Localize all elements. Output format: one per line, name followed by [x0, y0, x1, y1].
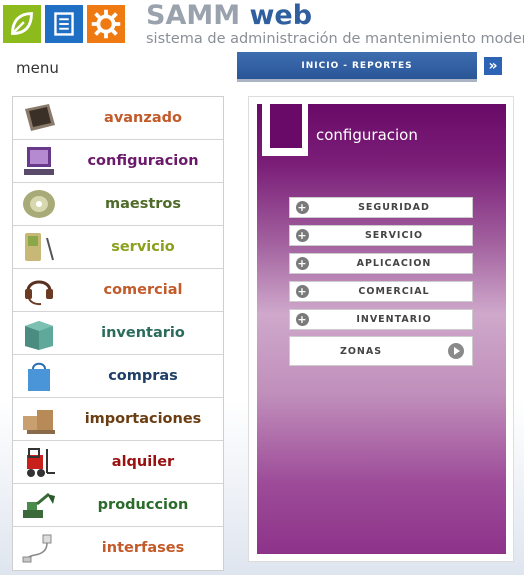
top-nav-bar: INICIO - REPORTES	[237, 52, 477, 82]
menu-label: alquiler	[111, 454, 175, 470]
menu-item-interfases[interactable]: interfases	[13, 527, 223, 570]
submenu-label: SEGURIDAD	[358, 202, 430, 213]
submenu-label: INVENTARIO	[356, 314, 432, 325]
computer-monitor-icon	[19, 144, 59, 178]
brand-samm: SAMM	[146, 0, 241, 31]
menu-item-inventario[interactable]: inventario	[13, 312, 223, 355]
tablet-icon	[19, 101, 59, 135]
play-icon	[448, 343, 464, 359]
menu-label: produccion	[97, 497, 189, 513]
submenu-inventario-button[interactable]: + INVENTARIO	[289, 309, 473, 330]
cd-disc-icon	[19, 187, 59, 221]
nav-link-inicio[interactable]: INICIO	[301, 61, 339, 71]
menu-item-configuracion[interactable]: configuracion	[13, 140, 223, 183]
menu-heading: menu	[16, 59, 59, 77]
menu-item-produccion[interactable]: produccion	[13, 484, 223, 527]
nav-separator: -	[343, 60, 348, 71]
forklift-icon	[19, 445, 59, 479]
main-menu: avanzado configuracion maestros servicio…	[12, 96, 224, 571]
submenu-seguridad-button[interactable]: + SEGURIDAD	[289, 197, 473, 218]
brand-web: web	[249, 0, 313, 31]
brand-tagline: sistema de administración de mantenimien…	[146, 31, 524, 47]
menu-label: avanzado	[104, 110, 182, 126]
submenu-label: APLICACION	[356, 258, 432, 269]
submenu-label: ZONAS	[339, 346, 383, 357]
menu-item-importaciones[interactable]: importaciones	[13, 398, 223, 441]
shopping-bag-icon	[19, 359, 59, 393]
panel-tab-notch-inner	[270, 104, 302, 148]
submenu-servicio-button[interactable]: + SERVICIO	[289, 225, 473, 246]
submenu-aplicacion-button[interactable]: + APLICACION	[289, 253, 473, 274]
plus-icon: +	[296, 201, 309, 214]
menu-label: interfases	[101, 540, 185, 556]
menu-item-avanzado[interactable]: avanzado	[13, 97, 223, 140]
plus-icon: +	[296, 229, 309, 242]
leaf-logo-icon	[2, 4, 42, 44]
pda-icon	[19, 230, 59, 264]
menu-label: servicio	[111, 239, 175, 255]
menu-item-maestros[interactable]: maestros	[13, 183, 223, 226]
panel-title: configuracion	[316, 126, 418, 144]
gear-icon	[86, 4, 126, 44]
menu-item-compras[interactable]: compras	[13, 355, 223, 398]
double-chevron-right-icon[interactable]: »	[483, 56, 503, 76]
menu-label: configuracion	[87, 153, 199, 169]
nav-link-reportes[interactable]: REPORTES	[352, 61, 413, 71]
box-icon	[19, 316, 59, 350]
menu-label: comercial	[103, 282, 183, 298]
plus-icon: +	[296, 257, 309, 270]
menu-label: compras	[108, 368, 178, 384]
submenu-comercial-button[interactable]: + COMERCIAL	[289, 281, 473, 302]
connector-icon	[19, 531, 59, 565]
menu-label: inventario	[101, 325, 185, 341]
submenu-label: COMERCIAL	[358, 286, 430, 297]
excavator-icon	[19, 488, 59, 522]
menu-item-servicio[interactable]: servicio	[13, 226, 223, 269]
plus-icon: +	[296, 313, 309, 326]
brand-title: SAMM web	[146, 0, 312, 31]
menu-label: importaciones	[84, 411, 202, 427]
submenu-zonas-button[interactable]: ZONAS	[289, 336, 473, 366]
shipping-boxes-icon	[19, 402, 59, 436]
menu-item-alquiler[interactable]: alquiler	[13, 441, 223, 484]
headset-icon	[19, 273, 59, 307]
submenu-label: SERVICIO	[364, 230, 424, 241]
menu-item-comercial[interactable]: comercial	[13, 269, 223, 312]
document-icon	[44, 4, 84, 44]
plus-icon: +	[296, 285, 309, 298]
menu-label: maestros	[104, 196, 182, 212]
